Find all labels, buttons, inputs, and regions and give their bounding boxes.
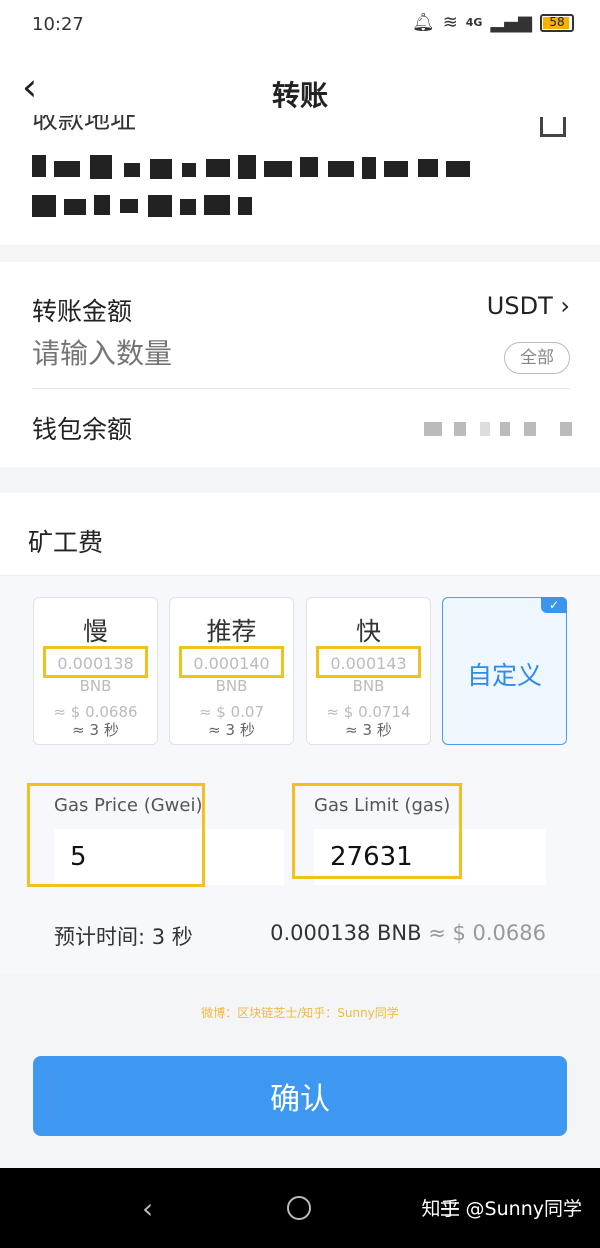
- fee-option-unit: BNB: [79, 677, 112, 695]
- chevron-right-icon: ›: [560, 292, 570, 320]
- all-button[interactable]: 全部: [504, 342, 570, 374]
- battery-level: 58: [549, 14, 565, 29]
- status-time: 10:27: [32, 14, 84, 35]
- estimated-fee-usd: ≈ $ 0.0686: [428, 921, 546, 945]
- page-title: 转账: [271, 79, 328, 112]
- highlight-box: [292, 783, 462, 879]
- fee-option-fast[interactable]: 快 0.000143 BNB ≈ $ 0.0714 ≈ 3 秒: [306, 597, 431, 745]
- footer-credit: 知乎 @Sunny同学: [421, 1198, 582, 1220]
- fee-title: 矿工费: [28, 528, 104, 557]
- fee-option-slow[interactable]: 慢 0.000138 BNB ≈ $ 0.0686 ≈ 3 秒: [33, 597, 158, 745]
- confirm-button[interactable]: 确认: [33, 1056, 567, 1136]
- estimated-fee: 0.000138 BNB ≈ $ 0.0686: [270, 921, 546, 945]
- fee-option-time: ≈ 3 秒: [72, 721, 119, 739]
- fee-option-unit: BNB: [215, 677, 248, 695]
- balance-label: 钱包余额: [32, 415, 133, 444]
- nav-back-icon[interactable]: ‹: [142, 1192, 153, 1225]
- amount-card: 转账金额 USDT › 全部 钱包余额: [0, 262, 600, 467]
- address-label: 收款地址: [32, 115, 137, 135]
- divider: [32, 388, 570, 389]
- address-card: 收款地址: [0, 115, 600, 245]
- fee-option-time: ≈ 3 秒: [208, 721, 255, 739]
- fee-option-unit: BNB: [352, 677, 385, 695]
- fee-option-custom-label: 自定义: [466, 661, 542, 690]
- highlight-box: [43, 646, 148, 678]
- highlight-box: [179, 646, 284, 678]
- bell-icon: 🔔︎: [411, 12, 435, 33]
- network-icon: 4G: [465, 16, 483, 29]
- address-book-icon[interactable]: [540, 117, 566, 137]
- fee-option-name: 快: [355, 617, 381, 646]
- fee-option-time: ≈ 3 秒: [345, 721, 392, 739]
- status-bar: 10:27 🔔︎ ≋ 4G ▂▄▆ 58: [0, 0, 600, 50]
- redacted-balance: [424, 422, 574, 438]
- fee-option-recommended[interactable]: 推荐 0.000140 BNB ≈ $ 0.07 ≈ 3 秒: [169, 597, 294, 745]
- battery-icon: 58: [540, 13, 574, 32]
- fee-option-name: 慢: [82, 617, 108, 646]
- gas-limit-group: Gas Limit (gas): [290, 783, 570, 885]
- signal-icon: ▂▄▆: [490, 12, 532, 33]
- fee-option-name: 推荐: [206, 617, 257, 646]
- estimated-time: 预计时间: 3 秒: [54, 925, 193, 949]
- status-icons: 🔔︎ ≋ 4G ▂▄▆ 58: [412, 12, 574, 33]
- fee-option-custom[interactable]: ✓ 自定义: [442, 597, 567, 745]
- token-name: USDT: [486, 292, 553, 320]
- wifi-icon: ≋: [442, 12, 458, 33]
- watermark: 微博：区块链芝士/知乎：Sunny同学: [201, 1006, 399, 1020]
- system-nav-bar: ‹ 知乎 @Sunny同学: [0, 1168, 600, 1248]
- estimated-fee-bnb: 0.000138 BNB: [270, 921, 422, 945]
- highlight-box: [27, 783, 205, 887]
- nav-home-icon[interactable]: [287, 1196, 311, 1220]
- amount-input[interactable]: [32, 337, 452, 370]
- token-selector[interactable]: USDT ›: [487, 292, 570, 320]
- redacted-address: [32, 155, 492, 225]
- fee-card: 矿工费 慢 0.000138 BNB ≈ $ 0.0686 ≈ 3 秒 推荐 0…: [0, 493, 600, 973]
- amount-label: 转账金额: [32, 297, 133, 326]
- highlight-box: [316, 646, 421, 678]
- gas-price-group: Gas Price (Gwei): [27, 783, 300, 887]
- check-icon: ✓: [541, 597, 567, 613]
